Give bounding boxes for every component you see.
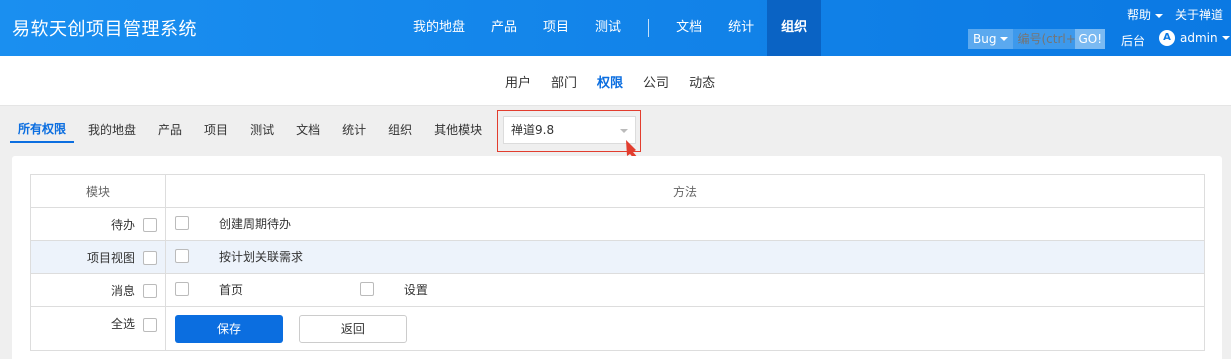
chevron-down-icon <box>620 129 628 133</box>
tab-doc[interactable]: 文档 <box>288 118 328 142</box>
module-cell: 消息 <box>30 273 166 307</box>
subnav-privilege[interactable]: 权限 <box>587 72 633 91</box>
tab-company[interactable]: 组织 <box>380 118 420 142</box>
module-label: 项目视图 <box>86 250 135 265</box>
sub-nav: 用户 部门 权限 公司 动态 <box>0 56 1231 106</box>
privilege-table: 模块 方法 待办 创建周期待办 项目视图 按计划关联需求 消息 首页 设置 全选 <box>30 174 1205 351</box>
subnav-dynamic[interactable]: 动态 <box>679 72 725 91</box>
tab-report[interactable]: 统计 <box>334 118 374 142</box>
method-item: 创建周期待办 <box>166 215 347 232</box>
nav-project[interactable]: 项目 <box>530 0 582 56</box>
table-row: 项目视图 按计划关联需求 <box>30 240 1205 274</box>
back-button[interactable]: 返回 <box>298 314 407 343</box>
table-footer-row: 全选 保存 返回 <box>30 306 1205 351</box>
admin-backend-link[interactable]: 后台 <box>1121 32 1145 49</box>
nav-divider <box>648 19 650 37</box>
search-type-label: Bug <box>973 32 997 46</box>
nav-test[interactable]: 测试 <box>582 0 634 56</box>
select-all-cell: 全选 <box>30 306 166 351</box>
help-menu[interactable]: 帮助 <box>1127 6 1163 23</box>
method-item: 按计划关联需求 <box>166 248 347 265</box>
module-cell: 待办 <box>30 207 166 241</box>
module-label: 消息 <box>110 283 135 298</box>
user-menu[interactable]: A admin <box>1159 30 1230 46</box>
table-row: 消息 首页 设置 <box>30 273 1205 307</box>
search-go-button[interactable]: GO! <box>1075 29 1106 49</box>
main-nav: 我的地盘 产品 项目 测试 文档 统计 组织 <box>400 0 822 56</box>
methods-cell: 创建周期待办 <box>165 207 1205 241</box>
chevron-down-icon <box>1154 13 1163 18</box>
column-header-module: 模块 <box>30 174 166 208</box>
version-select[interactable]: 禅道9.8 <box>503 116 636 144</box>
help-label: 帮助 <box>1126 8 1151 22</box>
user-name: admin <box>1180 31 1218 45</box>
module-label: 待办 <box>110 217 135 232</box>
subnav-company[interactable]: 公司 <box>633 72 679 91</box>
method-label: 按计划关联需求 <box>219 249 304 264</box>
nav-doc[interactable]: 文档 <box>663 0 715 56</box>
app-title: 易软天创项目管理系统 <box>12 19 197 40</box>
privilege-panel: 模块 方法 待办 创建周期待办 项目视图 按计划关联需求 消息 首页 设置 全选 <box>12 156 1222 359</box>
chevron-down-icon <box>1000 37 1009 41</box>
help-bar: 帮助 关于禅道 <box>1127 6 1223 23</box>
module-tabs: 所有权限 我的地盘 产品 项目 测试 文档 统计 组织 其他模块 <box>10 106 496 154</box>
module-checkbox[interactable] <box>143 218 157 232</box>
methods-cell: 首页 设置 <box>165 273 1205 307</box>
top-header: 易软天创项目管理系统 我的地盘 产品 项目 测试 文档 统计 组织 帮助 关于禅… <box>0 0 1231 56</box>
method-checkbox[interactable] <box>175 249 189 264</box>
module-cell: 项目视图 <box>30 240 166 274</box>
module-checkbox[interactable] <box>143 251 157 265</box>
chevron-down-icon <box>1221 36 1230 40</box>
module-checkbox[interactable] <box>143 284 157 298</box>
method-label: 首页 <box>219 282 244 297</box>
version-select-value: 禅道9.8 <box>511 123 555 137</box>
method-checkbox[interactable] <box>175 216 189 231</box>
column-header-method: 方法 <box>165 174 1205 208</box>
search-type-select[interactable]: Bug <box>968 29 1014 49</box>
subnav-dept[interactable]: 部门 <box>541 72 587 91</box>
nav-company[interactable]: 组织 <box>767 0 822 56</box>
nav-my-dashboard[interactable]: 我的地盘 <box>400 0 478 56</box>
search-box: Bug GO! <box>968 29 1106 49</box>
method-label: 创建周期待办 <box>219 216 292 231</box>
save-button[interactable]: 保存 <box>175 314 283 343</box>
subnav-user[interactable]: 用户 <box>495 72 541 91</box>
method-item: 设置 <box>351 281 532 298</box>
tab-test[interactable]: 测试 <box>242 118 282 142</box>
actions-cell: 保存 返回 <box>165 306 1205 351</box>
nav-product[interactable]: 产品 <box>478 0 530 56</box>
methods-cell: 按计划关联需求 <box>165 240 1205 274</box>
method-item: 首页 <box>166 281 347 298</box>
method-checkbox[interactable] <box>175 282 189 297</box>
tab-product[interactable]: 产品 <box>150 118 190 142</box>
search-input[interactable] <box>1013 29 1076 49</box>
table-row: 待办 创建周期待办 <box>30 207 1205 241</box>
tab-my-dashboard[interactable]: 我的地盘 <box>80 118 144 142</box>
about-link[interactable]: 关于禅道 <box>1175 6 1223 23</box>
tab-other-modules[interactable]: 其他模块 <box>426 118 490 142</box>
method-checkbox[interactable] <box>359 282 374 297</box>
table-header-row: 模块 方法 <box>30 174 1205 208</box>
avatar: A <box>1159 30 1175 46</box>
select-all-label: 全选 <box>110 317 135 331</box>
tab-all-privileges[interactable]: 所有权限 <box>10 117 75 143</box>
select-all-checkbox[interactable] <box>143 317 157 332</box>
method-label: 设置 <box>403 282 428 297</box>
tab-project[interactable]: 项目 <box>196 118 236 142</box>
nav-report[interactable]: 统计 <box>715 0 767 56</box>
